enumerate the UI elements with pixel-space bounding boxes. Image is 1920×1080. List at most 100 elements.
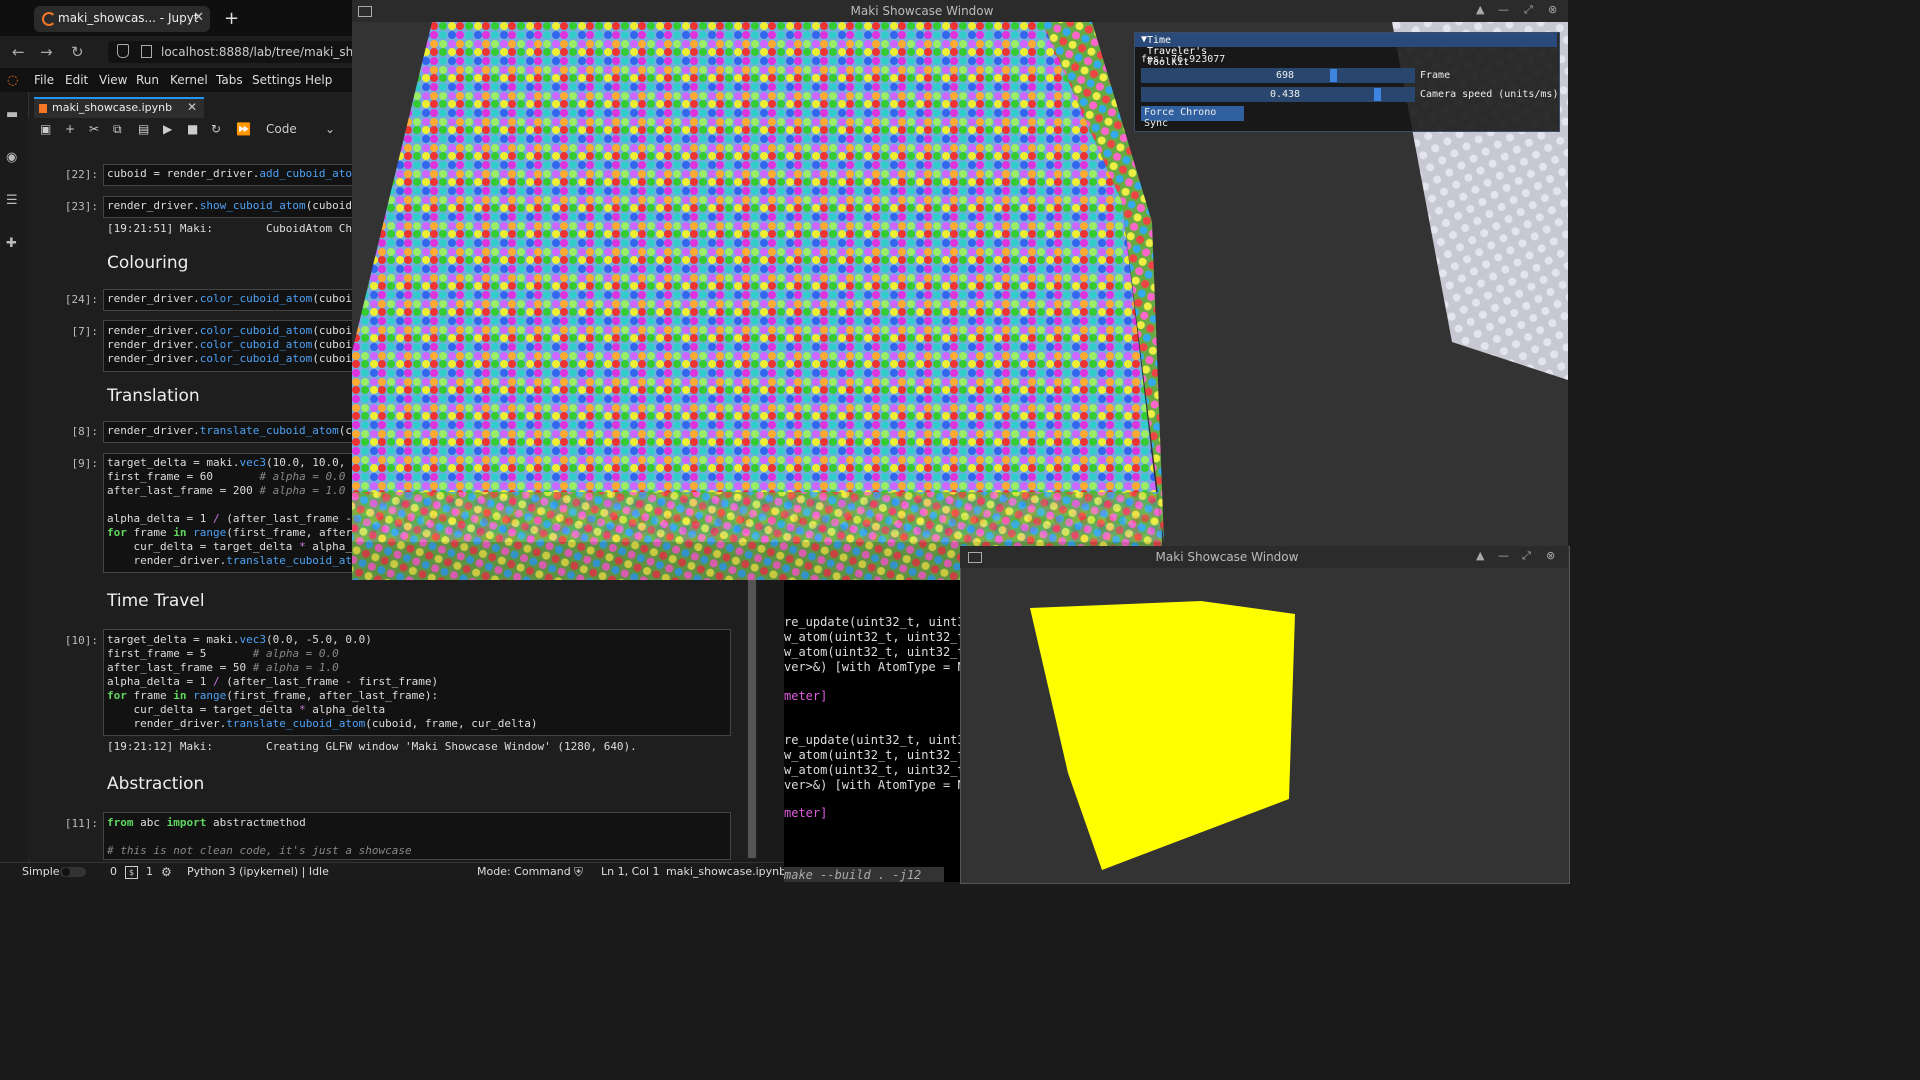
cell-prompt: [10]: (64, 634, 98, 647)
menu-tabs[interactable]: Tabs (216, 73, 243, 87)
simple-mode-toggle[interactable] (60, 867, 86, 877)
section-heading: Colouring (107, 253, 189, 273)
maximize-icon[interactable]: ⤢ (1522, 549, 1531, 563)
code-block: target_delta = maki.vec3(0.0, -5.0, 0.0)… (107, 633, 538, 730)
window-titlebar[interactable]: Maki Showcase Window ▲ — ⤢ ⊗ (352, 0, 1568, 22)
reload-icon[interactable]: ↻ (71, 43, 84, 61)
cell-prompt: [24]: (64, 293, 98, 306)
status-filename: maki_showcase.ipynb (666, 865, 787, 878)
minimize-icon[interactable]: — (1498, 3, 1509, 16)
cell-prompt: [11]: (64, 817, 98, 830)
notebook-tab-name: maki_showcase.ipynb (52, 101, 173, 114)
kernel-count: 1 (146, 865, 153, 878)
browser-tab-title: maki_showcas... - JupyterLab (58, 11, 198, 25)
code-line: render_driver.show_cuboid_atom(cuboid, (107, 199, 359, 212)
notebook-scrollbar[interactable] (748, 578, 756, 858)
terminal-count: 0 (110, 865, 117, 878)
paste-icon[interactable]: ▤ (138, 122, 149, 136)
code-line: cuboid = render_driver.add_cuboid_atom (107, 167, 359, 180)
run-icon[interactable]: ▶ (163, 122, 172, 136)
yellow-cube-viewport[interactable] (961, 568, 1567, 881)
notebook-tab[interactable]: maki_showcase.ipynb ✕ (34, 97, 204, 119)
new-tab-button[interactable]: + (224, 8, 239, 29)
cell-type-select[interactable]: Code (266, 122, 297, 136)
force-chrono-sync-label: Force Chrono Sync (1144, 107, 1217, 129)
kernel-status[interactable]: Python 3 (ipykernel) | Idle (187, 865, 329, 878)
jupyter-logo-icon: ◌ (7, 73, 19, 88)
folder-icon[interactable]: ▬ (6, 107, 20, 122)
keep-above-icon[interactable]: ▲ (1476, 549, 1484, 562)
menu-edit[interactable]: Edit (65, 73, 88, 87)
section-heading: Time Travel (107, 591, 205, 611)
cursor-position[interactable]: Ln 1, Col 1 (601, 865, 660, 878)
minimize-icon[interactable]: — (1498, 549, 1509, 562)
toolkit-header[interactable]: ▼ Time Traveler's Toolkit (1135, 33, 1557, 68)
extension-icon[interactable]: ✚ (6, 236, 20, 251)
menu-file[interactable]: File (34, 73, 54, 87)
code-block: target_delta = maki.vec3(10.0, 10.0, 5 f… (107, 456, 359, 567)
terminal-line: ver>&) [with AtomType = N (784, 660, 965, 674)
simple-mode-label: Simple (22, 865, 60, 878)
cell-prompt: [23]: (64, 200, 98, 213)
code-block: render_driver.color_cuboid_atom(cuboid r… (107, 324, 359, 365)
window-title: Maki Showcase Window (1155, 550, 1299, 564)
section-heading: Abstraction (107, 774, 205, 794)
menu-settings[interactable]: Settings (252, 73, 301, 87)
back-arrow-icon[interactable]: ← (12, 43, 25, 61)
terminal-line: ver>&) [with AtomType = N (784, 778, 965, 792)
address-text[interactable]: localhost:8888/lab/tree/maki_show (161, 45, 370, 59)
terminal-line: w_atom(uint32_t, uint32_t (784, 748, 965, 762)
cell-output: [19:21:12] Maki: Creating GLFW window 'M… (107, 740, 637, 753)
window-title: Maki Showcase Window (850, 4, 994, 18)
command-mode: Mode: Command (477, 865, 571, 878)
browser-tab[interactable]: maki_showcas... - JupyterLab ✕ (34, 6, 210, 32)
jupyter-tab-icon (42, 12, 56, 26)
terminal-line: w_atom(uint32_t, uint32_t (784, 645, 965, 659)
terminal-icon[interactable]: $ (125, 866, 138, 879)
save-icon[interactable]: ▣ (40, 122, 51, 136)
camera-speed-value: 0.438 (1269, 89, 1301, 100)
menu-run[interactable]: Run (136, 73, 159, 87)
stop-icon[interactable]: ■ (187, 122, 198, 136)
terminal-line: w_atom(uint32_t, uint32_t (784, 630, 965, 644)
camera-speed-grab[interactable] (1374, 88, 1381, 101)
window-titlebar[interactable]: Maki Showcase Window ▲ — ⤢ ⊗ (960, 546, 1568, 568)
close-icon[interactable]: ⊗ (1546, 549, 1555, 562)
cell-prompt: [9]: (71, 457, 99, 470)
close-notebook-icon[interactable]: ✕ (187, 100, 197, 114)
frame-value: 698 (1275, 70, 1295, 81)
notebook-icon (39, 104, 47, 113)
keep-above-icon[interactable]: ▲ (1476, 3, 1484, 16)
security-icon[interactable]: ⛨ (574, 865, 583, 880)
fast-forward-icon[interactable]: ⏩ (236, 122, 251, 136)
copy-icon[interactable]: ⧉ (113, 122, 122, 137)
shield-icon[interactable] (117, 44, 129, 58)
section-heading: Translation (107, 386, 200, 406)
restart-icon[interactable]: ↻ (211, 122, 221, 136)
force-chrono-sync-button[interactable]: Force Chrono Sync (1141, 106, 1244, 129)
cell-prompt: [8]: (71, 425, 99, 438)
menu-help[interactable]: Help (305, 73, 332, 87)
frame-slider-grab[interactable] (1330, 69, 1337, 82)
terminal-line: re_update(uint32_t, uint3 (784, 733, 965, 747)
menu-view[interactable]: View (99, 73, 127, 87)
forward-arrow-icon[interactable]: → (40, 43, 53, 61)
maximize-icon[interactable]: ⤢ (1524, 3, 1533, 17)
chevron-down-icon[interactable]: ⌄ (325, 122, 335, 136)
close-tab-icon[interactable]: ✕ (193, 10, 204, 25)
cut-icon[interactable]: ✂ (89, 122, 99, 136)
code-line: render_driver.translate_cuboid_atom(cu (107, 424, 359, 437)
camera-speed-label: Camera speed (units/ms) (1420, 89, 1559, 100)
cell-output: [19:21:51] Maki: CuboidAtom Chr (107, 222, 359, 235)
add-cell-icon[interactable]: + (65, 122, 75, 136)
code-block: from abc import abstractmethod # this is… (107, 816, 412, 857)
menu-kernel[interactable]: Kernel (170, 73, 208, 87)
cell-prompt: [7]: (71, 325, 99, 338)
terminal-command: make --build . -j12 (784, 868, 922, 882)
close-icon[interactable]: ⊗ (1548, 3, 1557, 16)
gear-icon[interactable]: ⚙ (161, 865, 172, 879)
toc-icon[interactable]: ☰ (6, 193, 20, 208)
yellow-cube (1030, 601, 1295, 870)
cell-prompt: [22]: (64, 168, 98, 181)
running-icon[interactable]: ◉ (6, 150, 20, 165)
